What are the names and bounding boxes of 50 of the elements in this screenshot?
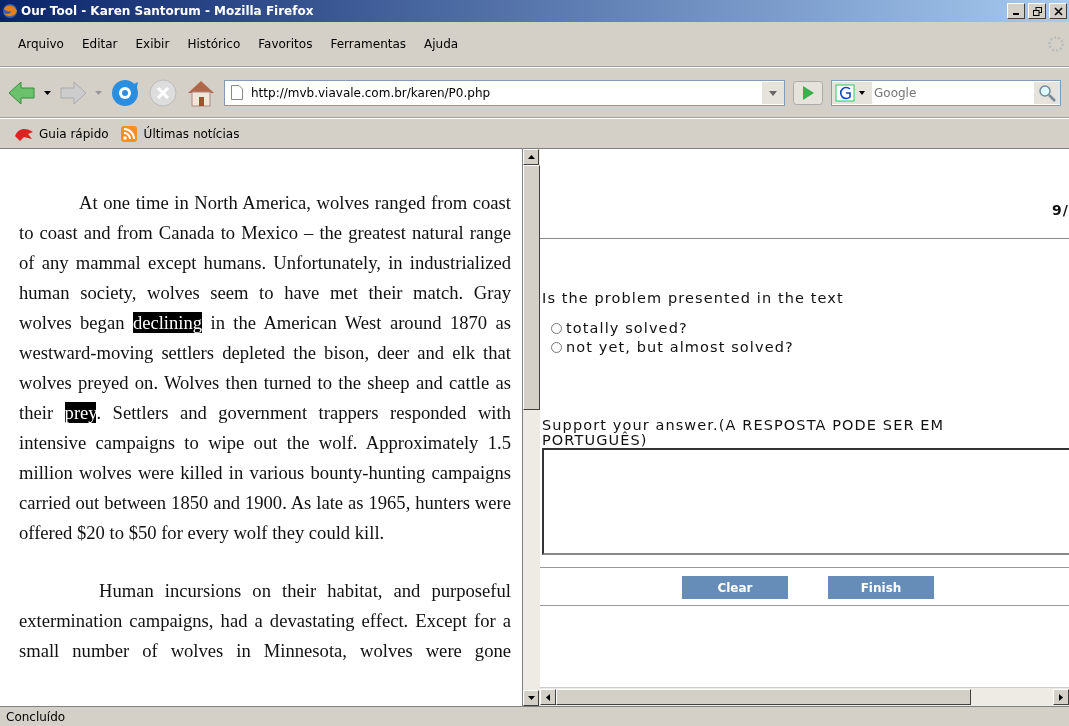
page-counter: 9/ (1051, 202, 1069, 218)
close-button[interactable] (1049, 3, 1067, 19)
answer-box[interactable] (542, 448, 1069, 555)
address-bar[interactable]: http://mvb.viavale.com.br/karen/P0.php (224, 79, 785, 106)
bookmark-link[interactable]: Últimas notícias (120, 125, 240, 142)
horizontal-scrollbar[interactable] (540, 687, 1069, 706)
up-triangle-icon (527, 155, 535, 159)
menu-item[interactable]: Favoritos (250, 37, 323, 51)
down-triangle-icon (527, 696, 535, 700)
scroll-down-button[interactable] (523, 690, 539, 706)
window-title: Our Tool - Karen Santorum - Mozilla Firefox (21, 4, 315, 18)
menu-item[interactable]: Exibir (127, 37, 180, 51)
vertical-scrollbar[interactable] (522, 149, 540, 706)
scroll-thumb[interactable] (556, 689, 971, 705)
bookmark-link[interactable]: Guia rápido (14, 125, 109, 142)
home-icon[interactable] (186, 78, 216, 107)
throbber-icon (1047, 35, 1065, 53)
page-icon (231, 85, 243, 100)
radio-button[interactable] (551, 322, 562, 334)
dropdown-icon[interactable] (44, 90, 51, 95)
radio-button[interactable] (551, 341, 562, 353)
scroll-right-button[interactable] (1053, 689, 1069, 705)
left-triangle-icon (546, 693, 550, 701)
g-logo-icon[interactable] (832, 81, 872, 104)
search-field[interactable]: Google (831, 79, 1061, 106)
scroll-left-button[interactable] (540, 689, 556, 705)
right-triangle-icon (1059, 693, 1063, 701)
article-paragraph: At one time in North America, wolves ranged from coast to coast and from Canada to Mexico – the greatest natural range of any mammal except humans. Unfortunately, in industrialized human society, wolves seem to have met their match. Gray wolves began declining in the American West around 1870 as westward-moving settlers depleted the bison, deer and elk that wolves preyed on. Wolves then turned to the sheep and cattle as their prey. Settlers and government trappers responded with intensive campaigns to wipe out the wolf. Approximately 1.5 million wolves were killed in various bounty-hunting campaigns carried out between 1850 and 1900. As late as 1965, hunters were offered $20 to $50 for every wolf they could kill. (18, 191, 511, 545)
menu-item[interactable]: Editar (73, 37, 128, 51)
question-text: Is the problem presented in the text (542, 290, 845, 306)
minimize-button[interactable] (1007, 3, 1025, 19)
dropdown-icon[interactable] (762, 81, 784, 104)
article-paragraph: Human incursions on their habitat, and purposeful extermination campaigns, had a devastating effect. Except for a small number of wolves in Minnesota, wolves were gone (18, 579, 511, 663)
scroll-thumb[interactable] (523, 165, 540, 410)
address-field[interactable]: http://mvb.viavale.com.br/karen/P0.php (249, 84, 756, 101)
menu-item[interactable]: Histórico (179, 37, 251, 51)
restore-button[interactable] (1028, 3, 1046, 19)
menu-item[interactable]: Arquivo (10, 37, 74, 51)
search-icon[interactable] (1034, 81, 1060, 104)
rss-feed-icon (120, 125, 139, 142)
menu-item[interactable]: Ferramentas (322, 37, 417, 51)
option-label: totally solved? (566, 320, 688, 336)
close-icon (1053, 6, 1063, 16)
menu-item[interactable]: Ajuda (416, 37, 469, 51)
scroll-up-button[interactable] (523, 149, 539, 165)
status-text: Concluído (0, 706, 1069, 726)
option-label: not yet, but almost solved? (566, 339, 794, 355)
reload-icon[interactable] (110, 77, 140, 108)
support-label: Support your answer.(A RESPOSTA PODE SER EM PORTUGUÊS) (542, 418, 946, 448)
restore-icon (1032, 6, 1042, 16)
